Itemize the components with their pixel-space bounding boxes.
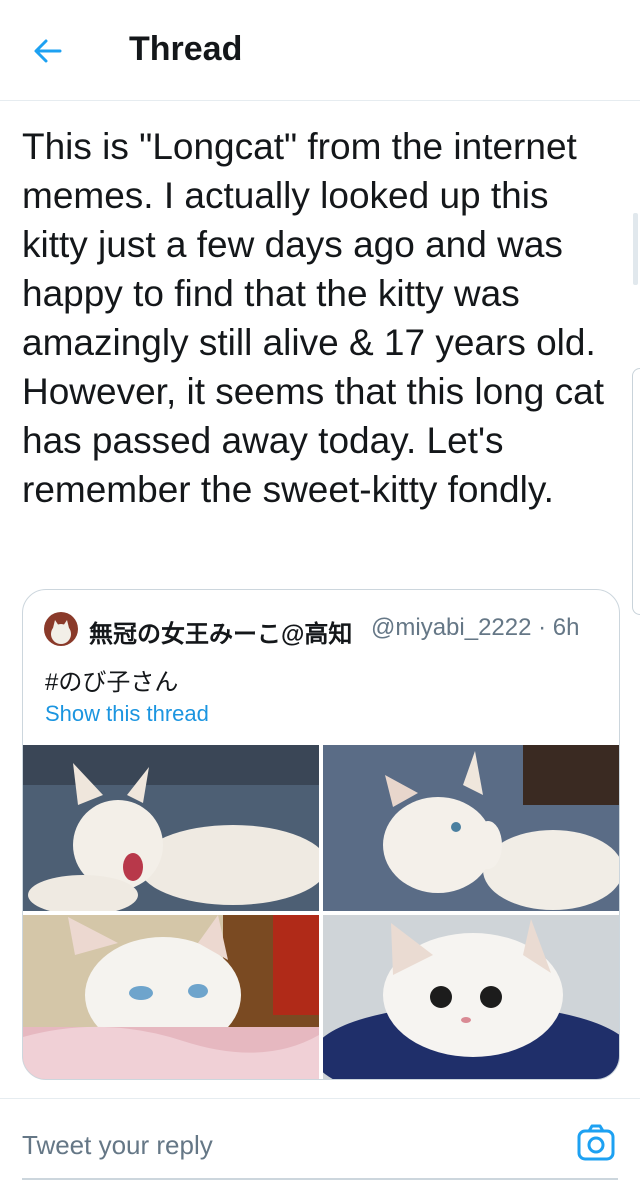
show-thread-link[interactable]: Show this thread <box>45 701 209 727</box>
top-bar: Thread <box>0 0 640 101</box>
quoted-handle-time: @miyabi_2222 · 6h <box>371 614 580 641</box>
scrollbar-thumb[interactable] <box>633 213 638 285</box>
photo-grid <box>23 745 619 1079</box>
quoted-display-name[interactable]: 無冠の女王みーこ@高知 <box>89 614 352 649</box>
tweet-text: This is "Longcat" from the internet meme… <box>22 126 604 510</box>
reply-underline <box>22 1178 618 1180</box>
reply-input[interactable]: Tweet your reply <box>22 1108 618 1178</box>
edge-panel-handle[interactable] <box>632 368 640 615</box>
quoted-tweet-text: #のび子さん <box>45 669 179 696</box>
page-title: Thread <box>129 30 243 68</box>
quoted-tweet-card[interactable]: 無冠の女王みーこ@高知 @miyabi_2222 · 6h #のび子さん Sho… <box>22 589 620 1080</box>
avatar[interactable] <box>44 612 78 646</box>
reply-divider <box>0 1098 640 1099</box>
photo-cat-in-blue-bed[interactable] <box>323 915 619 1079</box>
reply-placeholder: Tweet your reply <box>22 1130 213 1160</box>
photo-cat-licking-paw[interactable] <box>323 745 619 911</box>
arrow-left-icon[interactable] <box>30 33 66 69</box>
photo-yawning-cat[interactable] <box>23 745 319 911</box>
photo-cat-blue-eyes[interactable] <box>23 915 319 1079</box>
camera-icon[interactable] <box>576 1124 616 1162</box>
